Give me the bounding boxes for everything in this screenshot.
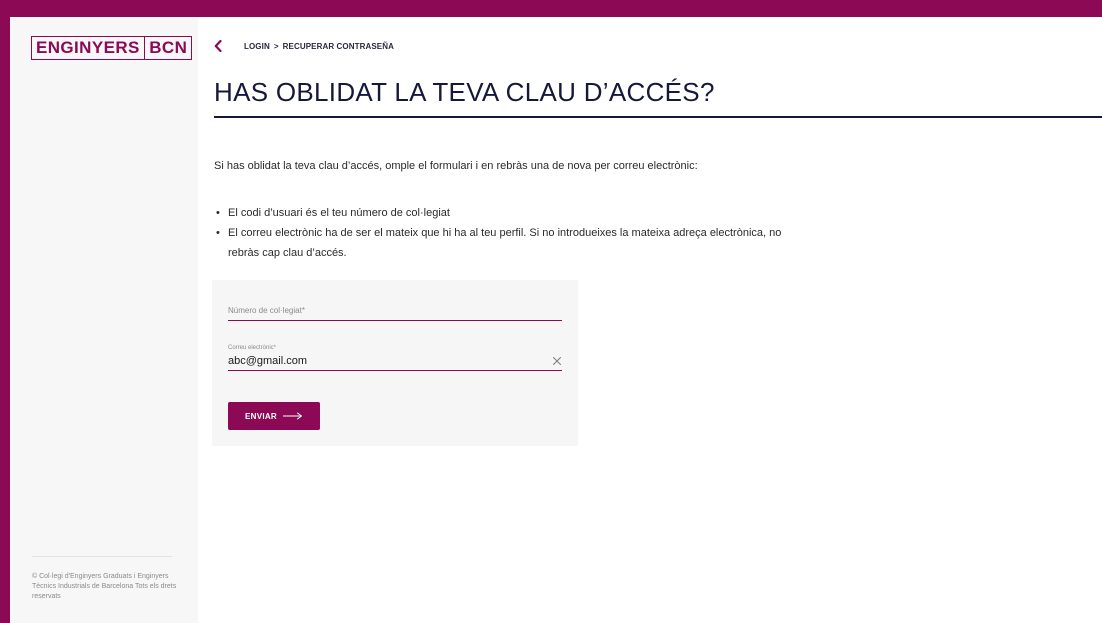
main-content: LOGIN > RECUPERAR CONTRASEÑA HAS OBLIDAT… bbox=[198, 17, 1102, 623]
arrow-right-icon bbox=[283, 412, 303, 420]
email-underline bbox=[228, 370, 562, 371]
password-recovery-form: Número de col·legiat* Correu electrònic*… bbox=[212, 280, 578, 446]
submit-button[interactable]: ENVIAR bbox=[228, 402, 320, 430]
logo[interactable]: ENGINYERS BCN bbox=[31, 36, 193, 60]
sidebar: ENGINYERS BCN © Col·legi d'Enginyers Gra… bbox=[10, 17, 198, 623]
breadcrumb-separator: > bbox=[273, 41, 279, 51]
instructions-list: El codi d’usuari és el teu número de col… bbox=[214, 203, 814, 263]
logo-text-right: BCN bbox=[149, 38, 188, 57]
member-number-field[interactable]: Número de col·legiat* bbox=[228, 304, 562, 321]
close-icon[interactable] bbox=[552, 356, 562, 366]
breadcrumb-item-login[interactable]: LOGIN bbox=[244, 42, 270, 51]
email-field-group: Correu electrònic* bbox=[228, 344, 562, 371]
breadcrumb-item-current: RECUPERAR CONTRASEÑA bbox=[282, 41, 394, 51]
breadcrumb: LOGIN > RECUPERAR CONTRASEÑA bbox=[214, 39, 394, 53]
top-brand-bar bbox=[0, 0, 1102, 17]
email-field-label: Correu electrònic* bbox=[228, 345, 277, 351]
member-number-underline bbox=[228, 320, 562, 321]
chevron-left-icon[interactable] bbox=[214, 39, 226, 53]
left-brand-bar bbox=[0, 0, 10, 623]
title-divider bbox=[214, 116, 1102, 118]
intro-text: Si has oblidat la teva clau d’accés, omp… bbox=[214, 160, 698, 172]
logo-text-left: ENGINYERS bbox=[36, 38, 140, 57]
list-item: El correu electrònic ha de ser el mateix… bbox=[214, 223, 814, 263]
sidebar-divider bbox=[32, 556, 172, 557]
list-item: El codi d’usuari és el teu número de col… bbox=[214, 203, 814, 223]
member-number-placeholder: Número de col·legiat* bbox=[228, 306, 305, 315]
email-input-row bbox=[228, 352, 562, 370]
page-title: HAS OBLIDAT LA TEVA CLAU D’ACCÉS? bbox=[214, 77, 715, 107]
copyright-text: © Col·legi d'Enginyers Graduats i Enginy… bbox=[32, 573, 177, 600]
email-input[interactable] bbox=[228, 355, 528, 367]
submit-button-label: ENVIAR bbox=[244, 411, 278, 421]
